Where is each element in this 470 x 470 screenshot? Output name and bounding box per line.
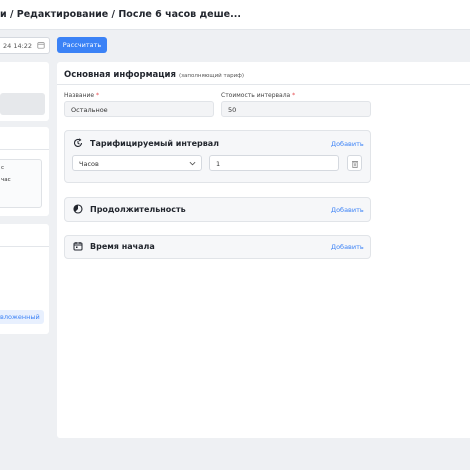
left-card-3-divider xyxy=(0,246,49,247)
name-label-text: Название xyxy=(64,92,95,99)
name-label: Название * xyxy=(64,92,99,99)
required-mark: * xyxy=(292,92,296,99)
left-card-divider xyxy=(0,149,49,150)
cost-label-text: Стоимость интервала xyxy=(221,92,291,99)
delete-interval-button[interactable] xyxy=(347,155,362,171)
nested-tariff-link[interactable]: вложенный xyxy=(0,310,44,324)
required-mark: * xyxy=(96,92,100,99)
left-inner-text-1: с xyxy=(1,165,5,171)
interval-count-input[interactable]: 1 xyxy=(209,155,339,171)
cost-field[interactable]: 50 xyxy=(221,101,371,117)
calendar-icon[interactable] xyxy=(37,41,45,49)
page-subtitle: (заполняющий тариф) xyxy=(178,73,244,79)
start-time-title: Время начала xyxy=(90,242,155,251)
interval-unit-select[interactable]: Часов xyxy=(72,155,202,171)
datetime-value: 24 14:22 xyxy=(3,42,33,50)
interval-add-link[interactable]: Добавить xyxy=(331,140,364,148)
breadcrumb: и / Редактирование / После 6 часов деше.… xyxy=(0,9,241,20)
page-title-text: Основная информация xyxy=(64,70,176,80)
datetime-input[interactable]: 24 14:22 xyxy=(0,37,50,54)
name-field[interactable]: Остальное xyxy=(64,101,214,117)
title-divider xyxy=(57,84,470,85)
left-gray-block xyxy=(0,93,45,115)
interval-title: Тарифицируемый интервал xyxy=(90,139,220,148)
page-title: Основная информация (заполняющий тариф) xyxy=(64,70,244,80)
duration-add-link[interactable]: Добавить xyxy=(331,206,364,214)
interval-clock-icon xyxy=(73,138,83,147)
duration-icon xyxy=(73,204,83,214)
trash-icon xyxy=(352,161,358,168)
interval-unit-value: Часов xyxy=(79,160,99,168)
cost-label: Стоимость интервала * xyxy=(221,92,295,99)
chevron-down-icon xyxy=(189,161,196,166)
calculate-button[interactable]: Рассчитать xyxy=(57,37,107,53)
calendar-start-icon xyxy=(73,242,83,251)
left-inner-text-2: час xyxy=(1,177,11,183)
left-inner-card[interactable]: с час xyxy=(0,159,42,208)
duration-title: Продолжительность xyxy=(90,205,186,214)
top-bar: и / Редактирование / После 6 часов деше.… xyxy=(0,0,470,30)
start-time-add-link[interactable]: Добавить xyxy=(331,243,364,251)
